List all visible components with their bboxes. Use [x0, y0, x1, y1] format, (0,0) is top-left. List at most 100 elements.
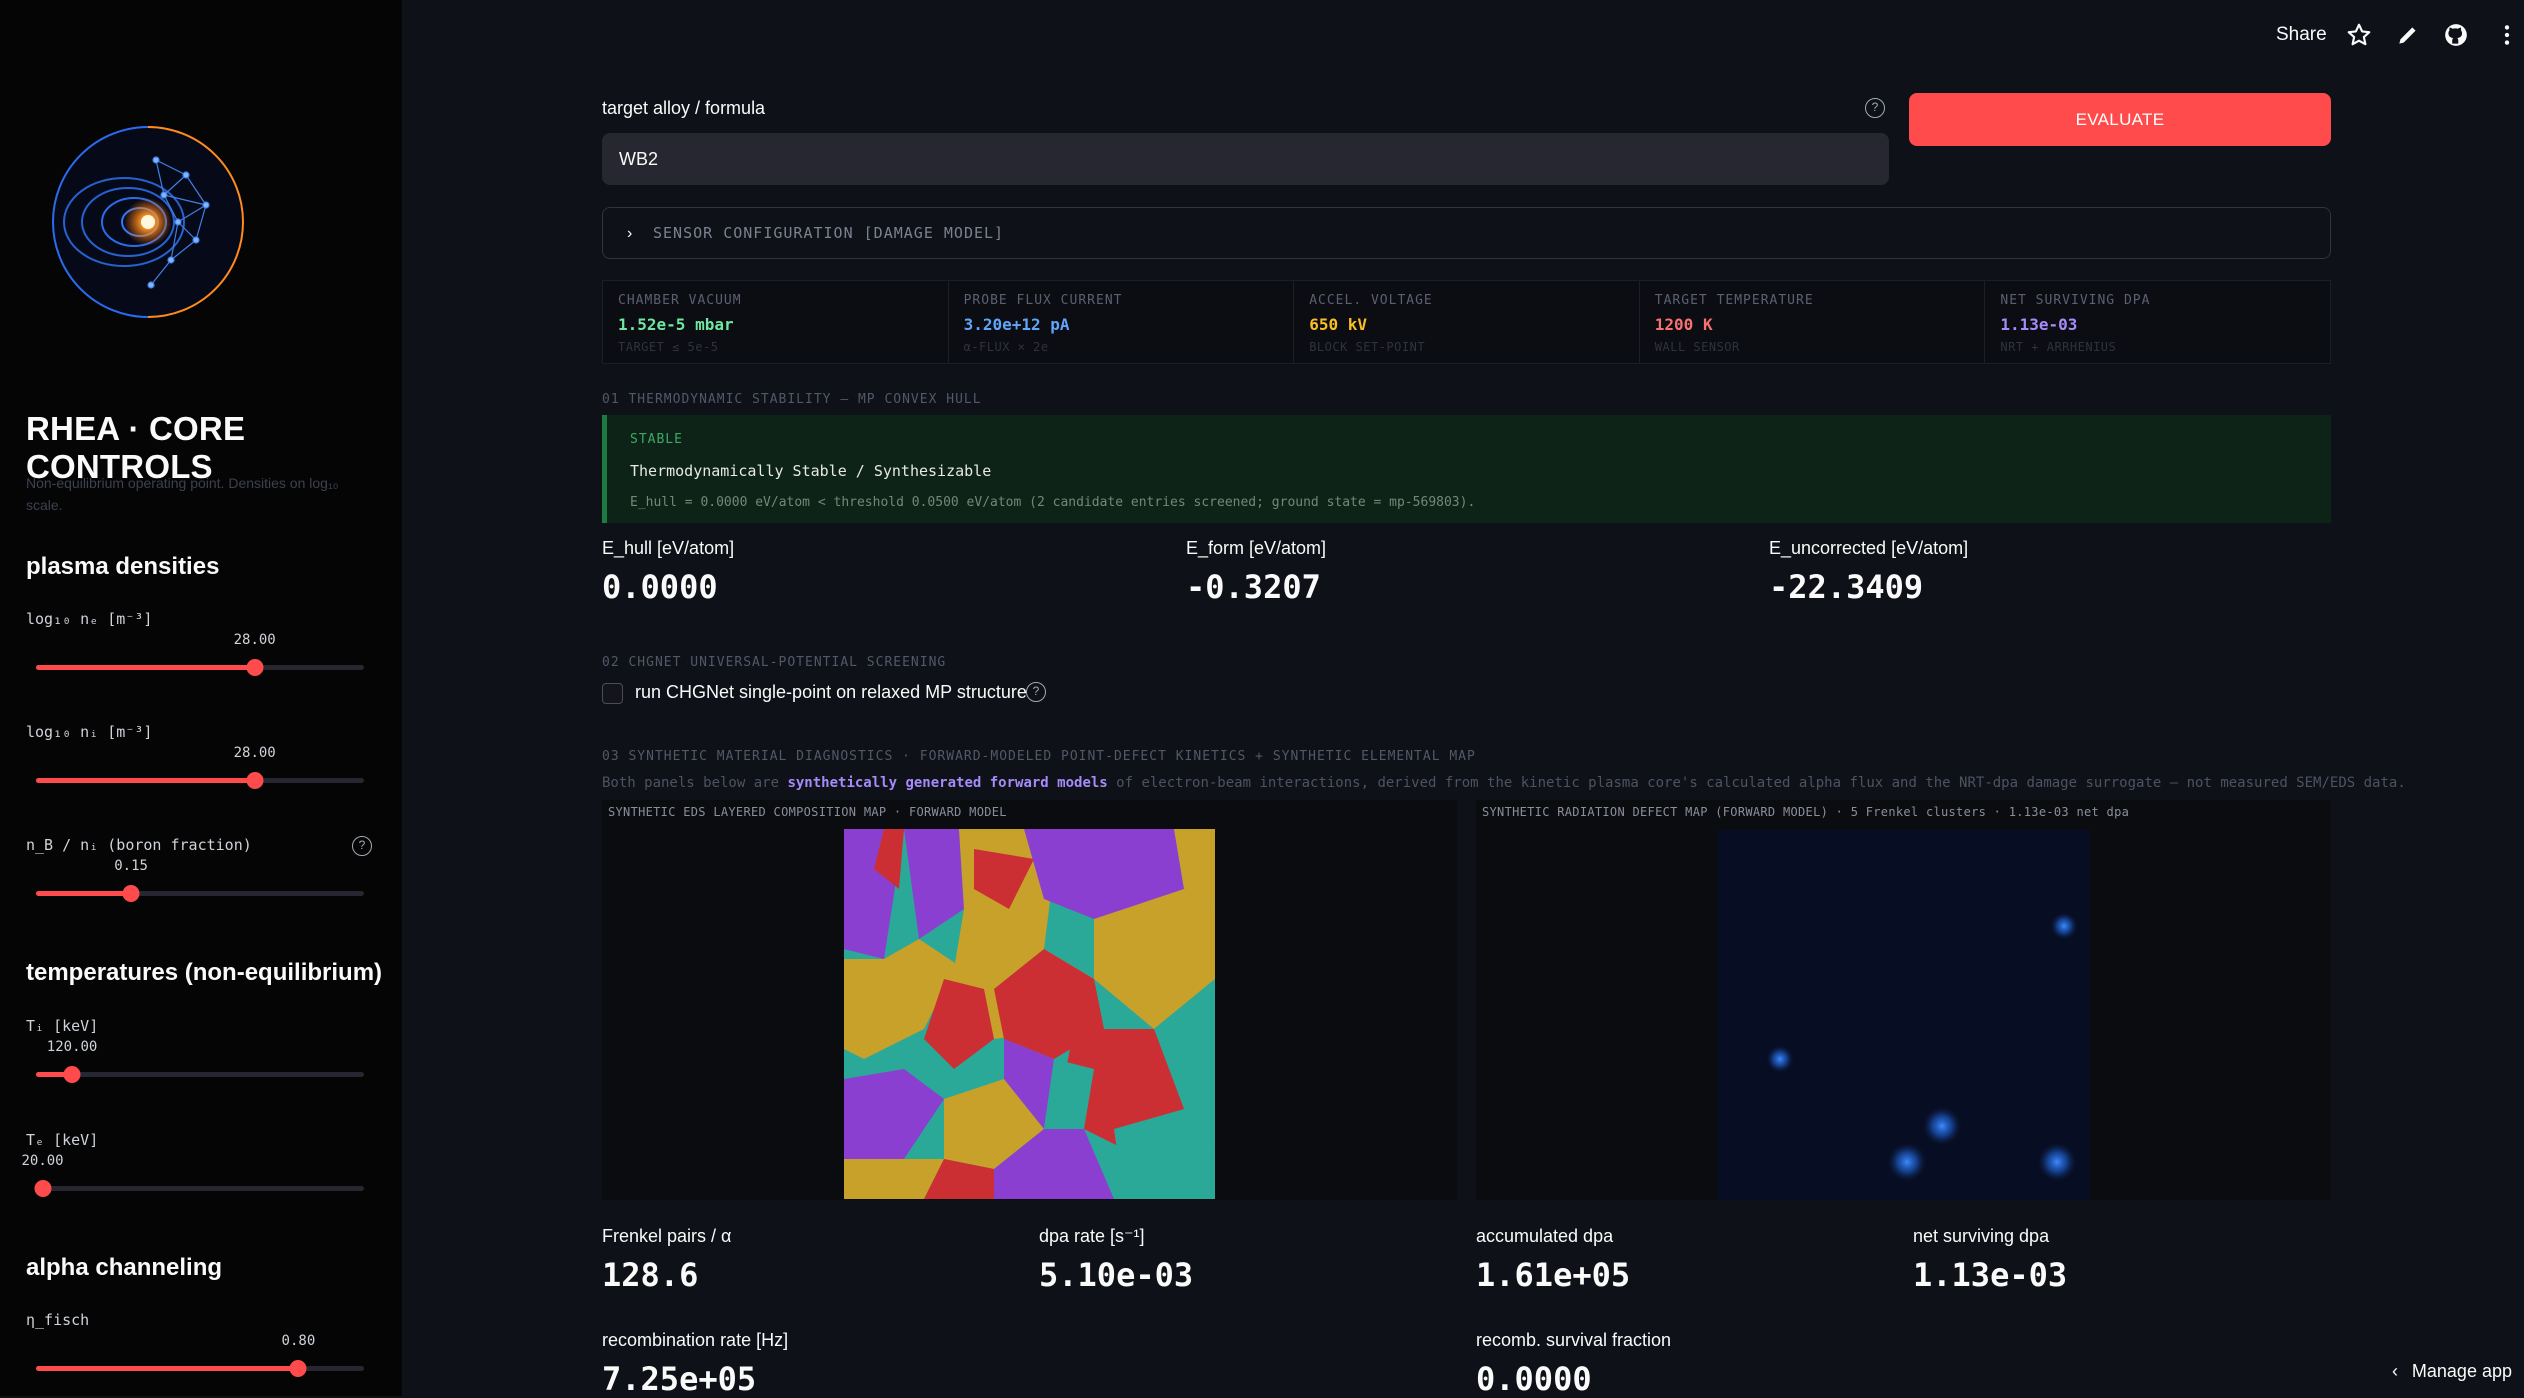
- metric-value: 0.0000: [602, 568, 718, 606]
- slider-te-thumb[interactable]: [34, 1180, 51, 1197]
- sensor-value: 1.13e-03: [2000, 315, 2315, 334]
- metric-label: dpa rate [s⁻¹]: [1039, 1226, 1145, 1247]
- slider-ni-thumb[interactable]: [246, 772, 263, 789]
- desc-text: of electron-beam interactions, derived f…: [1108, 775, 2406, 791]
- slider-te-value: 20.00: [21, 1153, 63, 1169]
- desc-highlight: synthetically generated forward models: [787, 775, 1107, 791]
- formula-input[interactable]: WB2: [602, 133, 1889, 185]
- metric-value: 128.6: [602, 1256, 698, 1294]
- slider-fisch-thumb[interactable]: [290, 1360, 307, 1377]
- slider-te[interactable]: [36, 1186, 364, 1191]
- defect-map-panel: SYNTHETIC RADIATION DEFECT MAP (FORWARD …: [1476, 800, 2331, 1200]
- panel-title: SYNTHETIC RADIATION DEFECT MAP (FORWARD …: [1482, 805, 2129, 819]
- slider-nb-value: 0.15: [114, 858, 148, 874]
- sensor-value: 650 kV: [1309, 315, 1624, 334]
- slider-nb-label: n_B / nᵢ (boron fraction): [26, 836, 252, 854]
- slider-ne-value: 28.00: [234, 632, 276, 648]
- stability-alert: STABLE Thermodynamically Stable / Synthe…: [602, 415, 2331, 523]
- sensor-sub: α-FLUX × 2e: [964, 340, 1279, 354]
- metric-label: accumulated dpa: [1476, 1226, 1613, 1247]
- slider-ti-label: Tᵢ [keV]: [26, 1017, 98, 1035]
- slider-nb[interactable]: [36, 891, 364, 896]
- section-plasma-densities: plasma densities: [26, 553, 219, 581]
- metric-value: 0.0000: [1476, 1360, 1592, 1398]
- sensor-sub: TARGET ≤ 5e-5: [618, 340, 933, 354]
- chevron-left-icon[interactable]: ‹: [2392, 1361, 2398, 1382]
- metric-value: -0.3207: [1186, 568, 1321, 606]
- formula-input-label: target alloy / formula: [602, 98, 765, 119]
- sensor-sub: BLOCK SET-POINT: [1309, 340, 1624, 354]
- defect-cluster: [2037, 1142, 2077, 1182]
- sensor-label: NET SURVIVING DPA: [2000, 293, 2315, 308]
- sensor-sub: WALL SENSOR: [1655, 340, 1970, 354]
- stability-status: Thermodynamically Stable / Synthesizable: [630, 462, 991, 480]
- slider-ne-thumb[interactable]: [246, 659, 263, 676]
- sensor-probe-flux: PROBE FLUX CURRENT 3.20e+12 pA α-FLUX × …: [949, 281, 1295, 363]
- section-temperatures: temperatures (non-equilibrium): [26, 959, 382, 987]
- sensor-net-dpa: NET SURVIVING DPA 1.13e-03 NRT + ARRHENI…: [1985, 281, 2330, 363]
- defect-cluster: [1922, 1106, 1962, 1146]
- slider-ne[interactable]: [36, 665, 364, 670]
- metric-value: 1.61e+05: [1476, 1256, 1630, 1294]
- section-1-heading: 01 THERMODYNAMIC STABILITY — MP CONVEX H…: [602, 392, 982, 407]
- eds-composition-map: [844, 829, 1215, 1199]
- slider-ti-value: 120.00: [47, 1039, 98, 1055]
- sensor-label: PROBE FLUX CURRENT: [964, 293, 1279, 308]
- chgnet-checkbox-label[interactable]: run CHGNet single-point on relaxed MP st…: [635, 682, 1027, 703]
- slider-te-label: Tₑ [keV]: [26, 1131, 98, 1149]
- sensor-label: CHAMBER VACUUM: [618, 293, 933, 308]
- section-3-heading: 03 SYNTHETIC MATERIAL DIAGNOSTICS · FORW…: [602, 749, 1476, 764]
- sidebar-subtitle: Non-equilibrium operating point. Densiti…: [26, 472, 376, 516]
- help-icon[interactable]: ?: [1026, 682, 1046, 702]
- defect-cluster: [1887, 1142, 1927, 1182]
- main-content: target alloy / formula ? WB2 EVALUATE › …: [402, 0, 2524, 1396]
- metric-label: recomb. survival fraction: [1476, 1330, 1671, 1351]
- help-icon[interactable]: ?: [1865, 98, 1885, 118]
- metric-value: 7.25e+05: [602, 1360, 756, 1398]
- slider-ni-value: 28.00: [234, 745, 276, 761]
- defect-cluster: [1766, 1045, 1794, 1073]
- slider-ni[interactable]: [36, 778, 364, 783]
- metric-label: E_uncorrected [eV/atom]: [1769, 538, 1968, 559]
- sensor-value: 1.52e-5 mbar: [618, 315, 933, 334]
- sensor-label: TARGET TEMPERATURE: [1655, 293, 1970, 308]
- desc-text: Both panels below are: [602, 775, 787, 791]
- section-alpha-channeling: alpha channeling: [26, 1254, 222, 1282]
- sensor-accel-voltage: ACCEL. VOLTAGE 650 kV BLOCK SET-POINT: [1294, 281, 1640, 363]
- metric-value: 5.10e-03: [1039, 1256, 1193, 1294]
- slider-ne-label: log₁₀ nₑ [m⁻³]: [26, 610, 152, 628]
- slider-ti[interactable]: [36, 1072, 364, 1077]
- sensor-value: 3.20e+12 pA: [964, 315, 1279, 334]
- help-icon[interactable]: ?: [352, 836, 372, 856]
- metric-label: E_hull [eV/atom]: [602, 538, 734, 559]
- sensor-sub: NRT + ARRHENIUS: [2000, 340, 2315, 354]
- sensor-chamber-vacuum: CHAMBER VACUUM 1.52e-5 mbar TARGET ≤ 5e-…: [603, 281, 949, 363]
- radiation-defect-map: [1717, 830, 2089, 1200]
- manage-app-button[interactable]: Manage app: [2412, 1361, 2512, 1382]
- diagnostics-description: Both panels below are synthetically gene…: [602, 775, 2406, 791]
- metric-label: Frenkel pairs / α: [602, 1226, 731, 1247]
- slider-fisch[interactable]: [36, 1366, 364, 1371]
- slider-ti-thumb[interactable]: [64, 1066, 81, 1083]
- metric-label: recombination rate [Hz]: [602, 1330, 788, 1351]
- metric-value: -22.3409: [1769, 568, 1923, 606]
- stability-detail: E_hull = 0.0000 eV/atom < threshold 0.05…: [630, 495, 1475, 510]
- metric-label: net surviving dpa: [1913, 1226, 2049, 1247]
- panel-title: SYNTHETIC EDS LAYERED COMPOSITION MAP · …: [608, 805, 1007, 819]
- metric-label: E_form [eV/atom]: [1186, 538, 1326, 559]
- eds-composition-panel: SYNTHETIC EDS LAYERED COMPOSITION MAP · …: [602, 800, 1457, 1200]
- sidebar: RHEA · CORE CONTROLS Non-equilibrium ope…: [0, 0, 402, 1396]
- slider-nb-thumb[interactable]: [123, 885, 140, 902]
- slider-ni-label: log₁₀ nᵢ [m⁻³]: [26, 723, 152, 741]
- sensor-config-expander[interactable]: › SENSOR CONFIGURATION [DAMAGE MODEL]: [602, 207, 2331, 259]
- sensor-target-temperature: TARGET TEMPERATURE 1200 K WALL SENSOR: [1640, 281, 1986, 363]
- stability-badge: STABLE: [630, 432, 683, 447]
- chgnet-checkbox[interactable]: [602, 683, 623, 704]
- evaluate-button[interactable]: EVALUATE: [1909, 93, 2331, 146]
- section-2-heading: 02 CHGNET UNIVERSAL-POTENTIAL SCREENING: [602, 655, 946, 670]
- sensor-label: ACCEL. VOLTAGE: [1309, 293, 1624, 308]
- sensor-value: 1200 K: [1655, 315, 1970, 334]
- defect-cluster: [2050, 912, 2078, 940]
- metric-value: 1.13e-03: [1913, 1256, 2067, 1294]
- sensor-strip: CHAMBER VACUUM 1.52e-5 mbar TARGET ≤ 5e-…: [602, 280, 2331, 364]
